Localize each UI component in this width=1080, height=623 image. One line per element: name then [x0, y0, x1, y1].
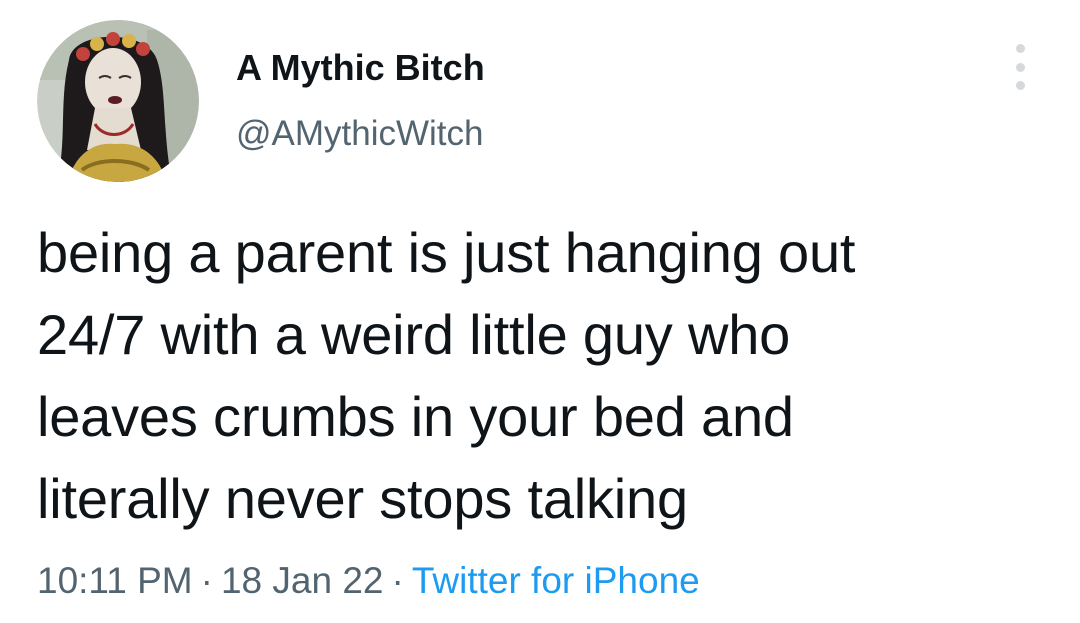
- more-options-dot: [1015, 44, 1025, 53]
- more-options-icon[interactable]: [1006, 44, 1034, 90]
- author-display-name[interactable]: A Mythic Bitch: [236, 46, 485, 90]
- tweet-source-link[interactable]: Twitter for iPhone: [412, 560, 700, 601]
- tweet-text: being a parent is just hanging out 24/7 …: [37, 212, 1057, 540]
- more-options-dot: [1015, 62, 1025, 72]
- tweet-text-line: being a parent is just hanging out: [37, 221, 856, 284]
- meta-separator: ·: [391, 560, 404, 601]
- tweet-text-line: leaves crumbs in your bed and: [37, 385, 794, 448]
- author-handle[interactable]: @AMythicWitch: [236, 112, 484, 156]
- tweet-text-line: 24/7 with a weird little guy who: [37, 303, 791, 366]
- tweet-meta: 10:11 PM · 18 Jan 22 · Twitter for iPhone: [37, 558, 700, 604]
- more-options-dot: [1015, 81, 1025, 90]
- tweet-text-line: literally never stops talking: [37, 467, 688, 530]
- tweet-date[interactable]: 18 Jan 22: [221, 560, 384, 601]
- tweet-card: A Mythic Bitch @AMythicWitch being a par…: [0, 0, 1080, 623]
- tweet-time[interactable]: 10:11 PM: [37, 560, 193, 601]
- meta-separator: ·: [200, 560, 213, 601]
- avatar[interactable]: [37, 20, 199, 182]
- avatar-image: [37, 20, 199, 182]
